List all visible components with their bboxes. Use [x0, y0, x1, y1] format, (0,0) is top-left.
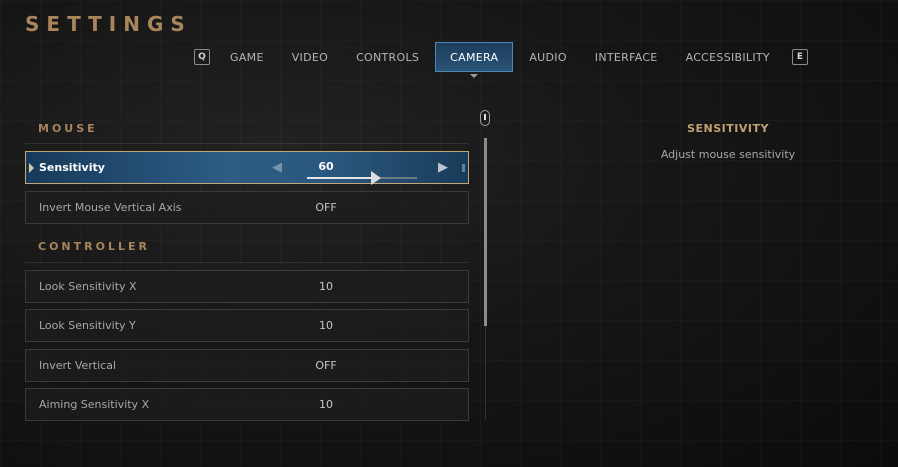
setting-label: Look Sensitivity Y	[39, 319, 136, 332]
setting-row-aiming-sensitivity-x[interactable]: Aiming Sensitivity X 10	[25, 388, 469, 421]
tab-controls[interactable]: CONTROLS	[342, 42, 433, 72]
setting-value: 10	[319, 398, 333, 411]
section-title-controller: CONTROLLER	[38, 240, 150, 253]
mouse-scroll-icon	[480, 110, 490, 126]
info-panel-title: SENSITIVITY	[687, 122, 769, 135]
setting-value: OFF	[315, 201, 337, 214]
decrease-arrow-icon[interactable]: ◀	[272, 160, 282, 175]
slider-knob-icon[interactable]	[371, 171, 381, 185]
setting-label: Aiming Sensitivity X	[39, 398, 150, 411]
setting-label: Invert Mouse Vertical Axis	[39, 201, 182, 214]
next-tab-key-hint[interactable]: E	[791, 49, 808, 65]
scrollbar-thumb[interactable]	[484, 138, 487, 326]
tab-video[interactable]: VIDEO	[278, 42, 342, 72]
setting-label: Invert Vertical	[39, 359, 116, 372]
setting-row-look-sensitivity-x[interactable]: Look Sensitivity X 10	[25, 270, 469, 303]
setting-value: 10	[319, 319, 333, 332]
row-edge-marker	[462, 164, 465, 172]
page-title: SETTINGS	[25, 12, 192, 36]
setting-row-look-sensitivity-y[interactable]: Look Sensitivity Y 10	[25, 309, 469, 342]
prev-tab-key-hint[interactable]: Q	[194, 49, 210, 65]
tab-interface[interactable]: INTERFACE	[581, 42, 672, 72]
setting-row-invert-mouse[interactable]: Invert Mouse Vertical Axis OFF	[25, 191, 469, 224]
tab-accessibility[interactable]: ACCESSIBILITY	[672, 42, 784, 72]
tab-bar: Q GAME VIDEO CONTROLS CAMERA AUDIO INTER…	[194, 42, 808, 72]
section-divider	[25, 143, 469, 144]
setting-value: 10	[319, 280, 333, 293]
tab-camera[interactable]: CAMERA	[435, 42, 514, 72]
setting-row-invert-vertical[interactable]: Invert Vertical OFF	[25, 349, 469, 382]
setting-label: Look Sensitivity X	[39, 280, 137, 293]
setting-value: 60	[318, 160, 334, 173]
sensitivity-slider-track[interactable]	[307, 171, 417, 185]
tab-audio[interactable]: AUDIO	[515, 42, 580, 72]
increase-arrow-icon[interactable]: ▶	[438, 160, 448, 175]
setting-value: OFF	[315, 359, 337, 372]
section-title-mouse: MOUSE	[38, 122, 98, 135]
selection-caret-icon	[29, 163, 34, 173]
sensitivity-slider-row[interactable]: Sensitivity ◀ 60 ▶	[25, 151, 469, 185]
setting-label: Sensitivity	[39, 161, 105, 174]
slider-fill	[307, 177, 373, 179]
tab-game[interactable]: GAME	[216, 42, 278, 72]
section-divider	[25, 262, 469, 263]
info-panel-description: Adjust mouse sensitivity	[660, 148, 796, 161]
